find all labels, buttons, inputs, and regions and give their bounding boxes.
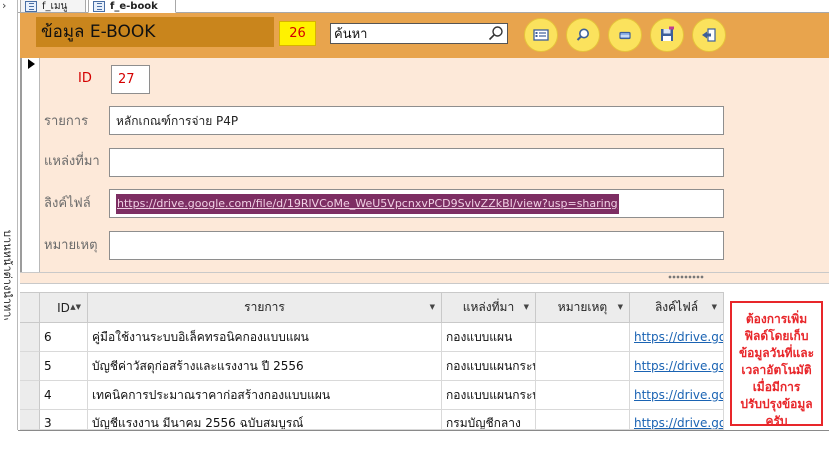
sort-ascending-icon[interactable]: ▲▼ <box>70 303 81 311</box>
cell-item[interactable]: คู่มือใช้งานระบบอิเล็คทรอนิคกองแบบแผน <box>88 323 442 352</box>
search-input[interactable] <box>330 23 508 44</box>
current-record-arrow-icon <box>28 59 35 69</box>
link-field-value[interactable]: https://drive.google.com/file/d/19RlVCoM… <box>116 193 619 214</box>
id-field[interactable]: 27 <box>111 65 150 94</box>
record-selector[interactable] <box>22 58 40 272</box>
item-field[interactable]: หลักเกณฑ์การจ่าย P4P <box>109 106 724 135</box>
dropdown-arrow-icon[interactable]: ▼ <box>618 303 623 311</box>
column-header-label: หมายเหตุ <box>557 300 608 314</box>
splitter-grip-icon[interactable] <box>668 275 704 279</box>
tab-f-menu[interactable]: f_เมนู <box>20 0 86 13</box>
cell-source[interactable]: กองแบบแผน <box>442 323 536 352</box>
column-header-id[interactable]: ID ▲▼ <box>40 292 88 323</box>
form-icon <box>25 0 37 12</box>
exit-door-icon <box>702 28 716 42</box>
search-icon[interactable] <box>488 25 504 41</box>
navigation-pane-label[interactable]: บานหน้าต่างนำทาง <box>0 230 14 320</box>
window-bottom-border <box>18 430 829 431</box>
cell-link[interactable]: https://drive.go <box>630 352 724 381</box>
cell-id[interactable]: 6 <box>40 323 88 352</box>
column-header-label: รายการ <box>244 300 285 314</box>
magnifier-icon <box>576 28 589 41</box>
column-header-label: ID <box>57 300 70 315</box>
find-button[interactable] <box>566 18 600 52</box>
cell-source[interactable]: กองแบบแผนกระท <box>442 381 536 410</box>
cell-note[interactable] <box>536 352 630 381</box>
row-selector[interactable] <box>20 381 40 410</box>
note-field[interactable] <box>109 231 724 260</box>
form-title: ข้อมูล E-BOOK <box>36 17 274 47</box>
cell-source[interactable]: กรมบัญชีกลาง <box>442 410 536 430</box>
column-header-item[interactable]: รายการ ▼ <box>88 292 442 323</box>
dropdown-arrow-icon[interactable]: ▼ <box>712 303 717 311</box>
annotation-callout: ต้องการเพิ่มฟิลด์โดยเก็บข้อมูลวันที่และเ… <box>730 301 823 428</box>
save-button[interactable] <box>650 18 684 52</box>
cell-item[interactable]: บัญชีแรงงาน มีนาคม 2556 ฉบับสมบูรณ์ <box>88 410 442 430</box>
link-label: ลิงค์ไฟล์ <box>44 196 91 211</box>
delete-button[interactable] <box>608 18 642 52</box>
cell-note[interactable] <box>536 381 630 410</box>
cell-link[interactable]: https://drive.go <box>630 323 724 352</box>
exit-button[interactable] <box>692 18 726 52</box>
column-header-note[interactable]: หมายเหตุ ▼ <box>536 292 630 323</box>
cell-item[interactable]: เทคนิคการประมาณราคาก่อสร้างกองแบบแผน <box>88 381 442 410</box>
id-label: ID <box>78 71 92 86</box>
record-count-badge: 26 <box>279 21 316 46</box>
column-header-source[interactable]: แหล่งที่มา ▼ <box>442 292 536 323</box>
note-label: หมายเหตุ <box>44 238 98 253</box>
eraser-icon <box>619 31 631 40</box>
row-selector[interactable] <box>20 323 40 352</box>
item-label: รายการ <box>44 114 89 129</box>
column-header-link[interactable]: ลิงค์ไฟล์ ▼ <box>630 292 724 323</box>
floppy-icon <box>661 26 674 41</box>
form-view-button[interactable] <box>524 18 558 52</box>
select-all-corner[interactable] <box>20 292 40 323</box>
source-field[interactable] <box>109 148 724 177</box>
navigation-pane[interactable] <box>0 0 18 430</box>
source-label: แหล่งที่มา <box>44 154 100 169</box>
split-form-divider[interactable] <box>20 272 829 284</box>
cell-note[interactable] <box>536 410 630 430</box>
cell-id[interactable]: 3 <box>40 410 88 430</box>
nav-pane-toggle-icon[interactable]: › <box>2 0 14 12</box>
cell-link[interactable]: https://drive.go <box>630 381 724 410</box>
cell-note[interactable] <box>536 323 630 352</box>
cell-id[interactable]: 5 <box>40 352 88 381</box>
tab-label: f_เมนู <box>42 0 68 12</box>
tab-f-ebook[interactable]: f_e-book <box>88 0 176 13</box>
cell-link[interactable]: https://drive.go <box>630 410 724 430</box>
cell-item[interactable]: บัญชีค่าวัสดุก่อสร้างและแรงงาน ปี 2556 <box>88 352 442 381</box>
form-icon <box>533 29 549 41</box>
dropdown-arrow-icon[interactable]: ▼ <box>430 303 435 311</box>
dropdown-arrow-icon[interactable]: ▼ <box>524 303 529 311</box>
form-icon <box>93 0 105 12</box>
row-selector[interactable] <box>20 352 40 381</box>
column-header-label: แหล่งที่มา <box>462 300 515 314</box>
column-header-label: ลิงค์ไฟล์ <box>654 300 699 314</box>
cell-id[interactable]: 4 <box>40 381 88 410</box>
link-field[interactable]: https://drive.google.com/file/d/19RlVCoM… <box>109 189 724 218</box>
tab-label: f_e-book <box>110 0 158 12</box>
row-selector[interactable] <box>20 410 40 430</box>
cell-source[interactable]: กองแบบแผนกระท <box>442 352 536 381</box>
